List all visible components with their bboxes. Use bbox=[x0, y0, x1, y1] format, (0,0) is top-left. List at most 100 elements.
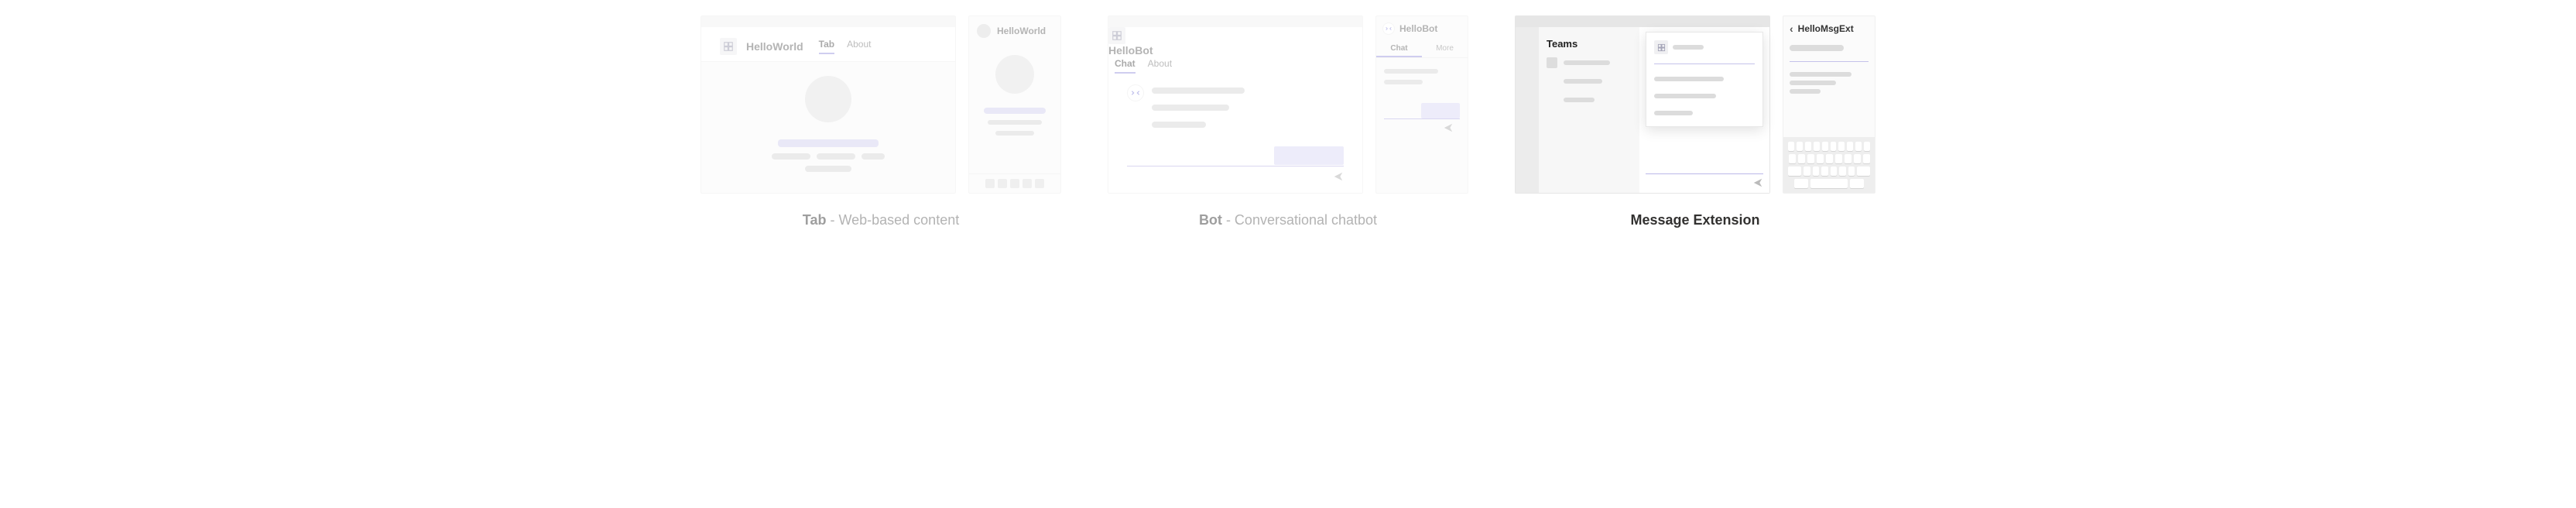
popup-line bbox=[1654, 77, 1724, 81]
nav-item[interactable] bbox=[985, 179, 995, 188]
me-mockups: Teams bbox=[1515, 15, 1875, 194]
result-line bbox=[1790, 72, 1852, 77]
send-icon[interactable] bbox=[1752, 177, 1763, 188]
nav-item[interactable] bbox=[1035, 179, 1044, 188]
compose-box[interactable] bbox=[1384, 118, 1460, 136]
tab-mobile-mockup: HelloWorld bbox=[968, 15, 1061, 194]
app-name: HelloWorld bbox=[746, 40, 803, 53]
tab-item-chat[interactable]: Chat bbox=[1115, 58, 1136, 74]
back-icon[interactable]: ‹ bbox=[1790, 22, 1793, 35]
caption-rest: - Conversational chatbot bbox=[1222, 212, 1377, 228]
sidebar-item[interactable] bbox=[1547, 76, 1632, 87]
content-line bbox=[862, 153, 885, 160]
channel-label bbox=[1564, 79, 1602, 84]
compose-box[interactable] bbox=[1127, 166, 1344, 182]
popup-title bbox=[1673, 45, 1704, 50]
app-rail bbox=[1516, 27, 1539, 193]
section-tab: HelloWorld Tab About bbox=[701, 15, 1061, 228]
separator bbox=[1790, 61, 1869, 62]
caption-tab: Tab - Web-based content bbox=[803, 212, 959, 228]
tab-content bbox=[701, 62, 955, 193]
chat-main bbox=[1639, 27, 1769, 193]
mobile-header: ‹ HelloMsgExt bbox=[1783, 16, 1875, 38]
section-message-extension: Teams bbox=[1515, 15, 1875, 228]
caption-message-extension: Message Extension bbox=[1630, 212, 1759, 228]
window-titlebar bbox=[701, 16, 955, 27]
bot-tabs: Chat About bbox=[1115, 58, 1362, 74]
bot-header: HelloBot Chat About bbox=[1108, 27, 1362, 74]
mobile-navbar bbox=[969, 173, 1060, 193]
sidebar-item[interactable] bbox=[1547, 57, 1632, 68]
me-desktop-mockup: Teams bbox=[1515, 15, 1770, 194]
caption-bot: Bot - Conversational chatbot bbox=[1199, 212, 1377, 228]
message-extension-popup bbox=[1646, 32, 1763, 127]
avatar-placeholder bbox=[805, 76, 851, 122]
send-icon[interactable] bbox=[1443, 122, 1454, 133]
user-message bbox=[1421, 103, 1460, 118]
bot-avatar-icon bbox=[1127, 84, 1144, 101]
result-line bbox=[1790, 81, 1836, 85]
message-line bbox=[1152, 105, 1229, 111]
mobile-header: HelloWorld bbox=[969, 16, 1060, 46]
tab-item-about[interactable]: About bbox=[1148, 58, 1172, 74]
caption-bold: Tab bbox=[803, 212, 827, 228]
mobile-keyboard[interactable] bbox=[1783, 137, 1875, 193]
send-icon[interactable] bbox=[1333, 171, 1344, 182]
content-line bbox=[817, 153, 855, 160]
channel-label bbox=[1564, 98, 1595, 102]
caption-bold: Message Extension bbox=[1630, 212, 1759, 228]
window-titlebar bbox=[1516, 16, 1769, 27]
bot-mobile-mockup: HelloBot Chat More bbox=[1375, 15, 1468, 194]
tab-item-tab[interactable]: Tab bbox=[819, 39, 834, 54]
mobile-header: HelloBot bbox=[1376, 16, 1468, 41]
chat-body bbox=[1108, 74, 1362, 193]
user-message bbox=[1274, 146, 1344, 165]
search-placeholder[interactable] bbox=[1790, 45, 1844, 51]
bot-mockups: HelloBot Chat About bbox=[1108, 15, 1468, 194]
avatar-placeholder bbox=[995, 55, 1034, 94]
tab-item-chat[interactable]: Chat bbox=[1376, 41, 1422, 57]
content-line bbox=[772, 153, 810, 160]
result-line bbox=[1790, 89, 1821, 94]
compose-box[interactable] bbox=[1646, 173, 1763, 188]
caption-bold: Bot bbox=[1199, 212, 1222, 228]
bot-desktop-mockup: HelloBot Chat About bbox=[1108, 15, 1363, 194]
nav-item[interactable] bbox=[1023, 179, 1032, 188]
bot-message bbox=[1127, 84, 1344, 131]
mobile-chat-body bbox=[1376, 58, 1468, 193]
sidebar-title: Teams bbox=[1547, 38, 1632, 50]
content-line bbox=[988, 120, 1042, 125]
mobile-title: HelloMsgExt bbox=[1798, 23, 1854, 34]
nav-item[interactable] bbox=[998, 179, 1007, 188]
app-icon bbox=[1654, 40, 1668, 54]
mobile-content bbox=[969, 46, 1060, 173]
message-line bbox=[1384, 69, 1438, 74]
popup-line bbox=[1654, 94, 1716, 98]
content-line bbox=[805, 166, 851, 172]
tab-mockups: HelloWorld Tab About bbox=[701, 15, 1061, 194]
message-line bbox=[1152, 122, 1206, 128]
teams-sidebar: Teams bbox=[1539, 27, 1639, 193]
content-line bbox=[995, 131, 1034, 136]
content-line bbox=[984, 108, 1046, 114]
popup-line bbox=[1654, 111, 1693, 115]
avatar-icon bbox=[977, 24, 991, 38]
diagram-container: HelloWorld Tab About bbox=[31, 15, 2545, 228]
app-icon bbox=[1108, 27, 1125, 44]
app-icon bbox=[720, 38, 737, 55]
caption-rest: - Web-based content bbox=[826, 212, 959, 228]
tab-header: HelloWorld Tab About bbox=[701, 27, 955, 62]
tab-tabs: Tab About bbox=[819, 39, 872, 54]
tab-item-more[interactable]: More bbox=[1422, 41, 1468, 57]
team-icon bbox=[1547, 57, 1557, 68]
mobile-title: HelloWorld bbox=[997, 26, 1046, 36]
mobile-results bbox=[1783, 65, 1875, 101]
nav-item[interactable] bbox=[1010, 179, 1019, 188]
window-titlebar bbox=[1108, 16, 1362, 27]
tab-desktop-mockup: HelloWorld Tab About bbox=[701, 15, 956, 194]
tab-item-about[interactable]: About bbox=[847, 39, 871, 54]
app-name: HelloBot bbox=[1108, 44, 1153, 57]
mobile-search-area bbox=[1783, 38, 1875, 58]
section-bot: HelloBot Chat About bbox=[1108, 15, 1468, 228]
sidebar-item[interactable] bbox=[1547, 94, 1632, 105]
